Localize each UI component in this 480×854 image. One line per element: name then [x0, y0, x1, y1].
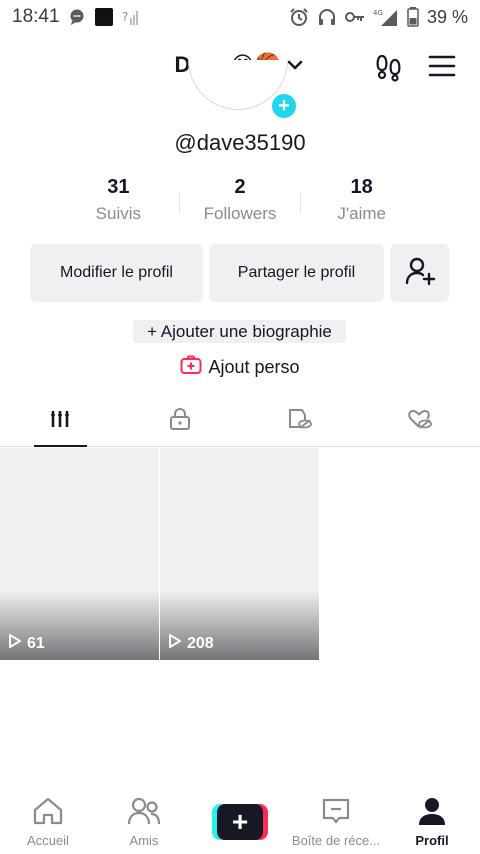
- stat-likes[interactable]: 18 J'aime: [301, 176, 422, 224]
- inbox-icon: [320, 796, 352, 831]
- grid-bars-icon: [49, 408, 71, 435]
- nav-home-label: Accueil: [27, 833, 69, 848]
- add-avatar-plus-icon[interactable]: +: [270, 92, 298, 120]
- status-bar: 18:41 ? 4G 39 %: [0, 0, 480, 34]
- camera-plus-icon: [180, 355, 202, 380]
- nav-friends-label: Amis: [129, 833, 159, 848]
- bottom-navigation: Accueil Amis + Boîte de réce... Profil: [0, 788, 480, 854]
- stat-followers-label: Followers: [203, 204, 277, 223]
- add-personal-label: Ajout perso: [208, 357, 300, 377]
- nav-friends[interactable]: Amis: [96, 788, 192, 854]
- nav-inbox[interactable]: Boîte de réce...: [288, 788, 384, 854]
- friends-icon: [127, 796, 161, 831]
- battery-percent: 39 %: [426, 6, 468, 27]
- nav-profile[interactable]: Profil: [384, 788, 480, 854]
- username: @dave35190: [174, 130, 306, 155]
- stat-following-label: Suivis: [95, 204, 142, 223]
- battery-icon: [407, 7, 419, 27]
- view-count: 61: [8, 633, 45, 654]
- status-time: 18:41: [12, 6, 60, 27]
- svg-text:4G: 4G: [373, 9, 383, 17]
- alarm-icon: [289, 7, 309, 27]
- edit-profile-button[interactable]: Modifier le profil: [30, 244, 203, 302]
- nav-create[interactable]: +: [192, 788, 288, 854]
- signal-4g-icon: 4G: [373, 7, 399, 27]
- tab-liked[interactable]: [360, 396, 480, 446]
- play-icon: [8, 633, 22, 654]
- tab-videos[interactable]: [0, 396, 120, 447]
- video-tile[interactable]: 208: [160, 448, 319, 660]
- add-user-icon: [404, 255, 436, 292]
- share-profile-button[interactable]: Partager le profil: [209, 244, 384, 302]
- app-square-icon: [94, 7, 114, 27]
- plus-icon: +: [217, 804, 263, 840]
- create-button[interactable]: +: [212, 804, 268, 840]
- view-count-value: 208: [187, 634, 214, 652]
- status-right: 4G 39 %: [289, 7, 468, 28]
- status-left: 18:41 ?: [12, 6, 140, 28]
- tab-saved[interactable]: [240, 396, 360, 446]
- view-count: 208: [168, 633, 214, 654]
- tab-private[interactable]: [120, 396, 240, 446]
- headphones-icon: [317, 7, 337, 27]
- stat-followers[interactable]: 2 Followers: [180, 176, 301, 224]
- stat-followers-count: 2: [234, 176, 246, 198]
- stat-likes-count: 18: [350, 176, 373, 198]
- stat-likes-label: J'aime: [337, 204, 386, 223]
- add-personal-button[interactable]: Ajout perso: [0, 355, 480, 380]
- video-tile[interactable]: 61: [0, 448, 159, 660]
- add-bio-button[interactable]: + Ajouter une biographie: [133, 320, 346, 343]
- menu-icon[interactable]: [428, 54, 456, 83]
- stat-following[interactable]: 31 Suivis: [58, 176, 179, 224]
- bookmark-hidden-icon: [287, 407, 313, 436]
- lock-icon: [168, 407, 192, 436]
- nav-profile-label: Profil: [415, 833, 449, 848]
- profile-person-icon: [417, 796, 447, 831]
- vpn-key-icon: [344, 10, 365, 24]
- stat-following-count: 31: [107, 176, 130, 198]
- view-count-value: 61: [27, 634, 45, 652]
- heart-hidden-icon: [407, 407, 433, 436]
- footprints-icon[interactable]: [374, 52, 404, 87]
- no-signal-icon: ?: [122, 8, 140, 26]
- profile-actions: Modifier le profil Partager le profil: [30, 244, 450, 302]
- home-icon: [32, 796, 64, 831]
- add-friend-button[interactable]: [390, 244, 449, 302]
- profile-tabs: [0, 396, 480, 447]
- svg-text:?: ?: [122, 10, 128, 24]
- chat-bubble-icon: [68, 8, 86, 26]
- profile-stats: 31 Suivis 2 Followers 18 J'aime: [58, 176, 422, 232]
- nav-home[interactable]: Accueil: [0, 788, 96, 854]
- nav-inbox-label: Boîte de réce...: [291, 833, 381, 848]
- play-icon: [168, 633, 182, 654]
- active-tab-indicator: [34, 445, 87, 447]
